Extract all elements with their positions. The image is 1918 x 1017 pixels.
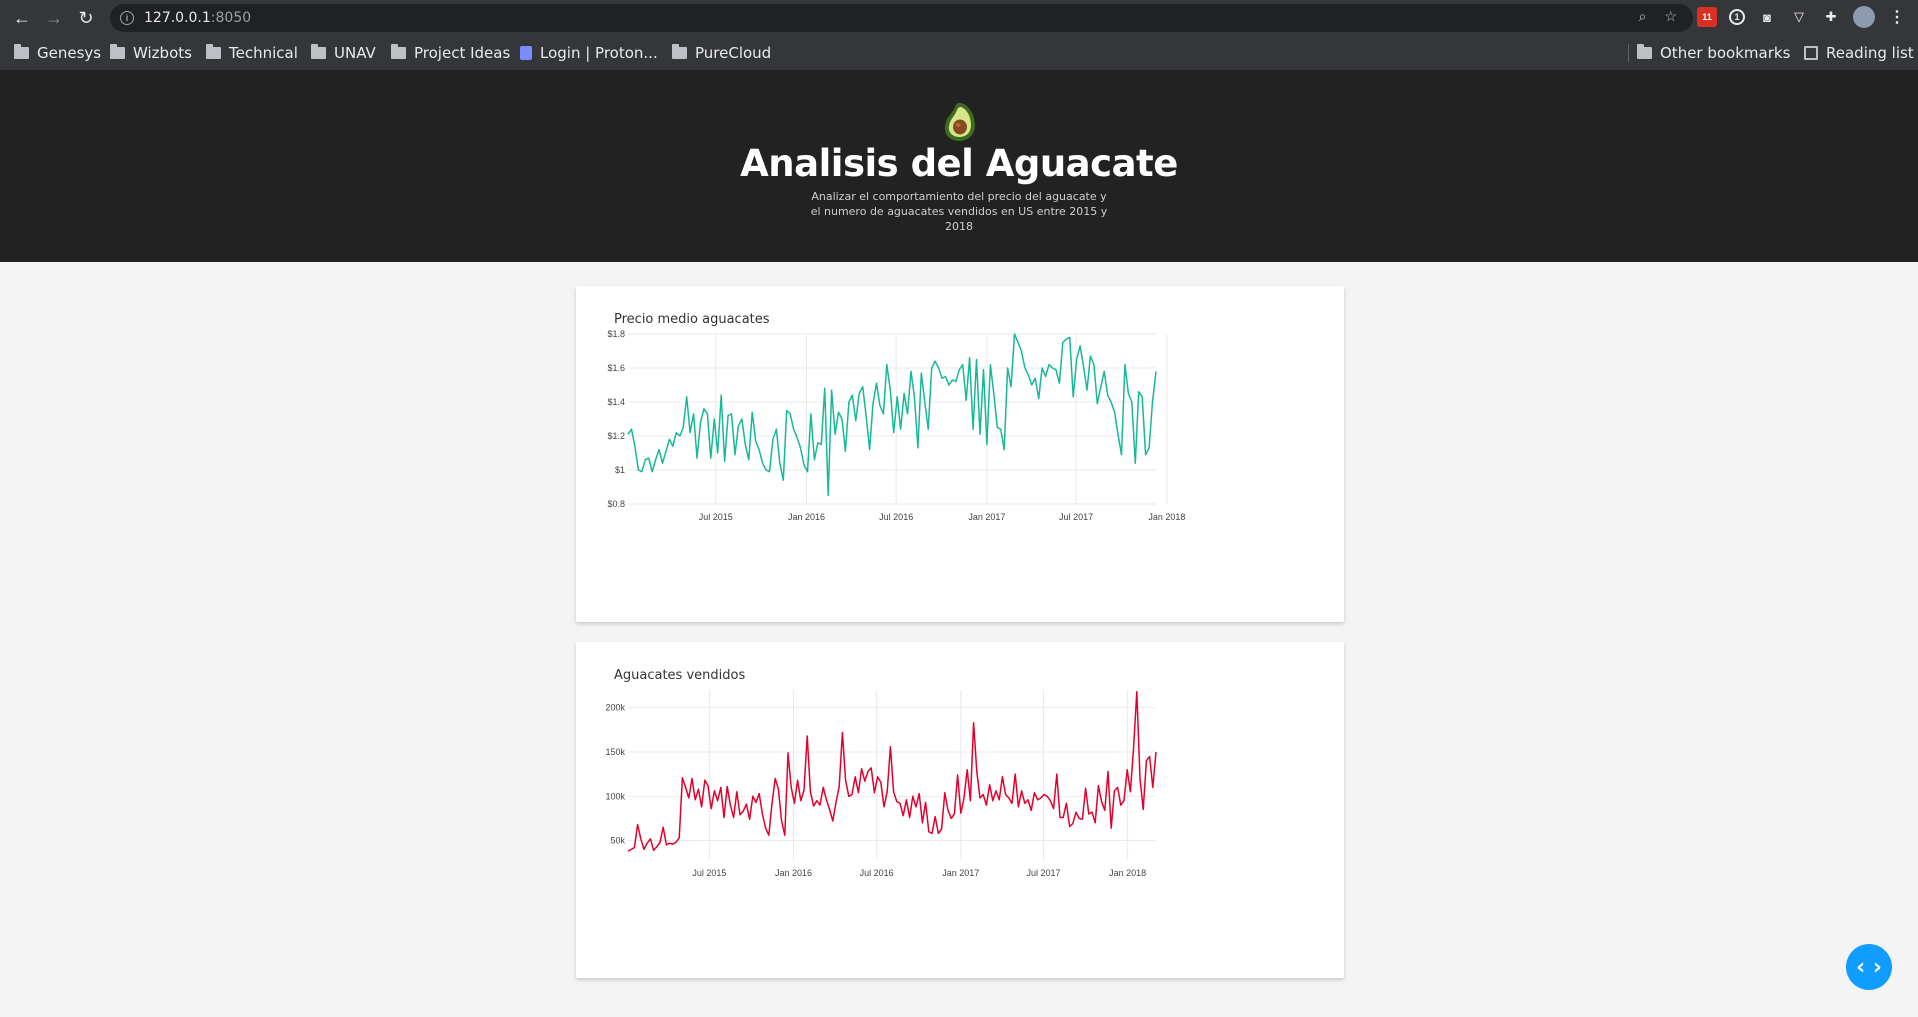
back-icon[interactable]: ←: [10, 6, 34, 30]
x-tick-label: Jul 2017: [1027, 868, 1061, 878]
x-tick-label: Jan 2017: [968, 512, 1005, 522]
reload-icon[interactable]: ↻: [74, 6, 98, 30]
bookmarks-separator: [1628, 44, 1629, 62]
series-line[interactable]: [627, 691, 1157, 852]
x-tick-label: Jul 2016: [879, 512, 913, 522]
x-tick-label: Jan 2018: [1148, 512, 1185, 522]
y-tick-label: 200k: [605, 703, 625, 713]
x-tick-label: Jul 2016: [860, 868, 894, 878]
y-tick-label: $1.8: [607, 329, 625, 339]
volume-chart[interactable]: 50k 100k 150k 200k Jul 2015 Jan 2016 Jul 2016 J…: [576, 642, 1344, 978]
y-tick-label: $1: [615, 465, 625, 475]
folder-icon: [1637, 44, 1652, 59]
folder-icon: [14, 44, 29, 59]
proton-lock-icon: [520, 46, 532, 60]
site-info-icon[interactable]: i: [120, 11, 134, 25]
folder-icon: [311, 44, 326, 59]
camera-extension-icon[interactable]: ◙: [1757, 7, 1777, 27]
dev-tools-toggle-button[interactable]: ‹ ›: [1846, 944, 1892, 990]
folder-icon: [110, 44, 125, 59]
x-tick-label: Jan 2017: [942, 868, 979, 878]
bookmark-wizbots[interactable]: Wizbots: [110, 44, 192, 62]
x-tick-label: Jul 2017: [1059, 512, 1093, 522]
y-tick-label: 150k: [605, 747, 625, 757]
reading-list[interactable]: Reading list: [1804, 44, 1914, 62]
forward-icon[interactable]: →: [42, 6, 66, 30]
y-tick-label: $1.6: [607, 363, 625, 373]
address-bar[interactable]: i 127.0.0.1:8050 ⌕ ☆: [110, 4, 1693, 32]
page-title: Analisis del Aguacate: [740, 142, 1178, 185]
x-tick-label: Jul 2015: [692, 868, 726, 878]
bookmark-proton-login[interactable]: Login | Proton...: [520, 44, 658, 62]
reading-list-icon: [1804, 46, 1818, 60]
y-tick-label: $1.4: [607, 397, 625, 407]
bookmarks-bar: Genesys Wizbots Technical UNAV Project I…: [0, 36, 1918, 70]
page-description: Analizar el comportamiento del precio de…: [810, 190, 1108, 233]
password-manager-extension-icon[interactable]: 1: [1729, 9, 1745, 25]
bookmark-project-ideas[interactable]: Project Ideas: [391, 44, 510, 62]
pocket-extension-icon[interactable]: ▽: [1789, 7, 1809, 27]
x-tick-label: Jan 2018: [1109, 868, 1146, 878]
volume-chart-card: Aguacates vendidos 50k 100k 150k 200k Jul 20…: [576, 642, 1344, 978]
y-tick-label: 50k: [610, 836, 625, 846]
bookmark-genesys[interactable]: Genesys: [14, 44, 101, 62]
bookmark-purecloud[interactable]: PureCloud: [672, 44, 771, 62]
bookmark-unav[interactable]: UNAV: [311, 44, 376, 62]
extensions-puzzle-icon[interactable]: ✚: [1821, 7, 1841, 27]
bookmark-technical[interactable]: Technical: [206, 44, 298, 62]
app-header: Analisis del Aguacate Analizar el compor…: [0, 70, 1918, 262]
x-tick-label: Jan 2016: [788, 512, 825, 522]
price-chart[interactable]: $0.8 $1 $1.2 $1.4 $1.6 $1.8 Jul 2015 Jan 2016 Ju…: [576, 286, 1344, 622]
bookmark-star-icon[interactable]: ☆: [1664, 8, 1677, 25]
avocado-icon: [944, 102, 975, 141]
price-chart-card: Precio medio aguacates $0.8 $1 $1.2 $1.4 $1.…: [576, 286, 1344, 622]
browser-chrome: ← → ↻ i 127.0.0.1:8050 ⌕ ☆ 11 1 ◙ ▽ ✚ ⋮ …: [0, 0, 1918, 70]
other-bookmarks[interactable]: Other bookmarks: [1637, 44, 1790, 62]
x-tick-label: Jan 2016: [775, 868, 812, 878]
profile-avatar[interactable]: [1853, 6, 1875, 28]
x-tick-label: Jul 2015: [699, 512, 733, 522]
browser-menu-icon[interactable]: ⋮: [1887, 7, 1907, 27]
zoom-icon[interactable]: ⌕: [1639, 8, 1647, 25]
y-tick-label: 100k: [605, 791, 625, 801]
calendar-extension-icon[interactable]: 11: [1697, 7, 1717, 27]
folder-icon: [206, 44, 221, 59]
folder-icon: [391, 44, 406, 59]
url-text[interactable]: 127.0.0.1:8050: [144, 10, 251, 26]
browser-toolbar: ← → ↻ i 127.0.0.1:8050 ⌕ ☆ 11 1 ◙ ▽ ✚ ⋮: [0, 0, 1918, 36]
series-line[interactable]: [627, 333, 1157, 497]
folder-icon: [672, 44, 687, 59]
y-tick-label: $0.8: [607, 499, 625, 509]
y-tick-label: $1.2: [607, 431, 625, 441]
